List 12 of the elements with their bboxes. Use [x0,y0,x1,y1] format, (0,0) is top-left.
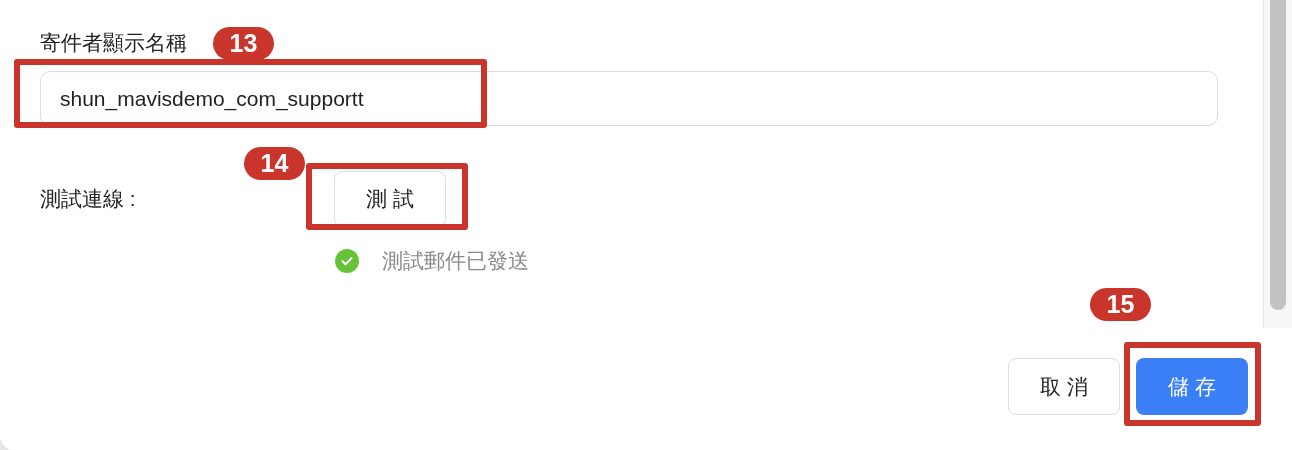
step-badge: 13 [213,26,274,60]
step-badge: 14 [244,147,305,180]
field-label: 測試連線 : [40,186,137,212]
step-badge: 15 [1090,288,1151,321]
save-button[interactable]: 儲 存 [1136,358,1248,415]
test-button[interactable]: 測 試 [334,171,446,227]
field-label: 寄件者顯示名稱 [40,30,187,56]
status-message: 測試郵件已發送 [382,248,529,274]
input-field[interactable]: shun_mavisdemo_com_supportt [40,71,1218,126]
cancel-button[interactable]: 取 消 [1008,358,1120,415]
scrollbar-thumb[interactable] [1270,0,1286,310]
scrollbar[interactable] [1263,0,1292,328]
